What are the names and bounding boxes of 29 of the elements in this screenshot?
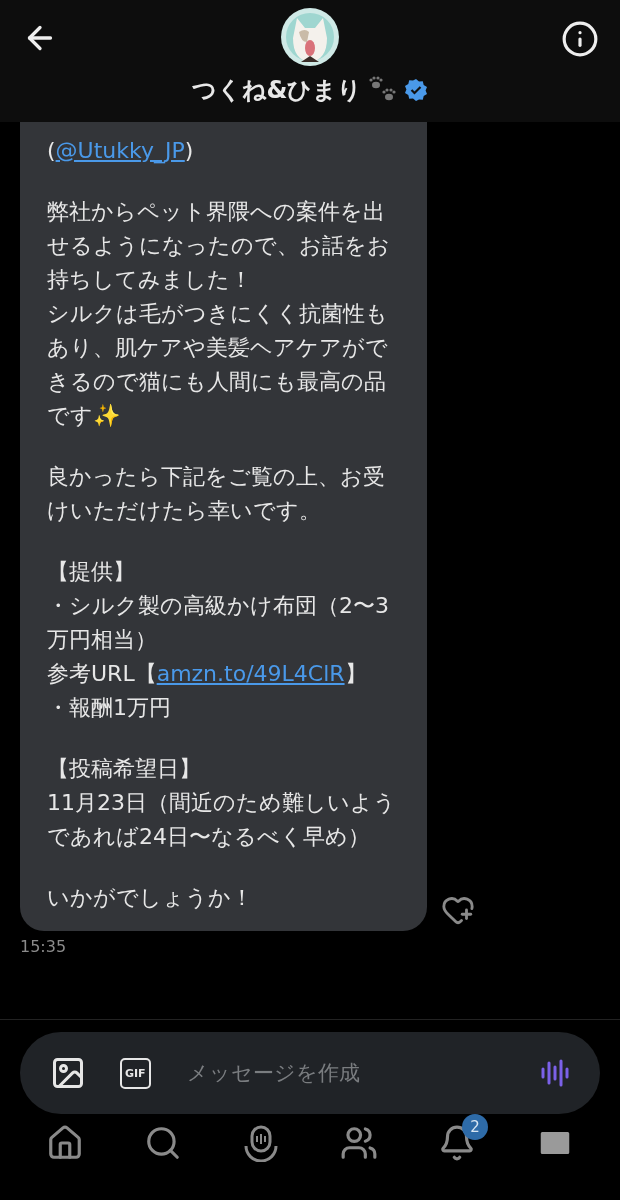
notification-count: 2 — [462, 1114, 488, 1140]
contact-name: つくね&ひまり — [191, 75, 363, 106]
nav-tab[interactable] — [46, 1124, 84, 1162]
message-text: 参考URL【amzn.to/49L4ClR】 — [47, 660, 368, 688]
spaces-icon — [242, 1124, 280, 1162]
home-icon — [46, 1124, 84, 1162]
message-text: いかがでしょうか！ — [47, 884, 254, 912]
message-text: 弊社からペット界隈への案件を出せるようになったので、お話をお持ちしてみました！ — [47, 198, 391, 294]
message-time: 15:35 — [20, 937, 68, 956]
image-icon[interactable] — [50, 1055, 86, 1091]
message-text: 【提供】 — [47, 558, 136, 586]
voice-icon[interactable] — [540, 1057, 572, 1089]
message-link[interactable]: amzn.to/49L4ClR — [156, 661, 345, 686]
nav-tab[interactable] — [144, 1124, 182, 1162]
message-text: ・シルク製の高級かけ布団（2〜3万円相当） — [47, 592, 390, 654]
people-icon — [340, 1124, 378, 1162]
nav-tab[interactable] — [242, 1124, 280, 1162]
nav-tab[interactable] — [340, 1124, 378, 1162]
message-text: シルクは毛がつきにくく抗菌性もあり、肌ケアや美髪ヘアケアができるので猫にも人間にも最高の品です✨ — [47, 300, 389, 430]
message-link[interactable]: @Utukky_JP — [55, 138, 185, 163]
message-input[interactable]: メッセージを作成 — [184, 1060, 506, 1086]
message-text: (@Utukky_JP) — [47, 137, 195, 166]
info-button[interactable] — [561, 20, 599, 58]
search-icon — [144, 1124, 182, 1162]
message-text: ・報酬1万円 — [47, 694, 172, 722]
gif-button[interactable]: GIF — [120, 1057, 151, 1089]
message-text: 【投稿希望日】 — [47, 755, 202, 783]
message-text: 良かったら下記をご覧の上、お受けいただけたら幸いです。 — [47, 463, 386, 525]
message-text: 11月23日（間近のため難しいようであれば24日〜なるべく早め） — [47, 789, 397, 851]
